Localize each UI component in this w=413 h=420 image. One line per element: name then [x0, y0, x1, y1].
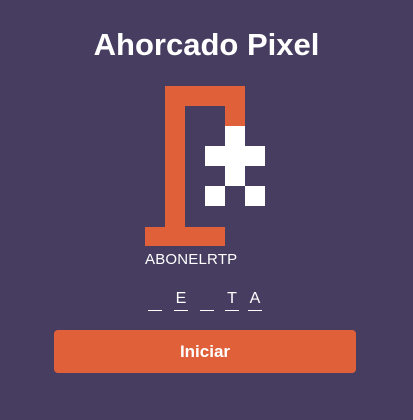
- gallows-rope: [225, 86, 245, 126]
- letter-slot: A: [248, 288, 262, 311]
- letter-slot: T: [225, 288, 239, 311]
- figure-left-arm: [205, 146, 225, 166]
- letter-slot: [200, 288, 214, 311]
- figure-head: [225, 126, 245, 146]
- wrong-letters: ABONELRTP: [145, 251, 238, 268]
- figure-right-leg: [245, 186, 265, 206]
- gallows-post: [165, 86, 185, 232]
- start-button[interactable]: Iniciar: [54, 330, 356, 373]
- hangman-figure: [205, 126, 265, 206]
- figure-right-arm: [245, 146, 265, 166]
- word-display: E T A: [0, 288, 413, 312]
- figure-body: [225, 146, 245, 186]
- letter-slot: [148, 288, 162, 311]
- letter-slot: E: [174, 288, 188, 311]
- figure-left-leg: [205, 186, 225, 206]
- hangman-drawing: [145, 86, 265, 246]
